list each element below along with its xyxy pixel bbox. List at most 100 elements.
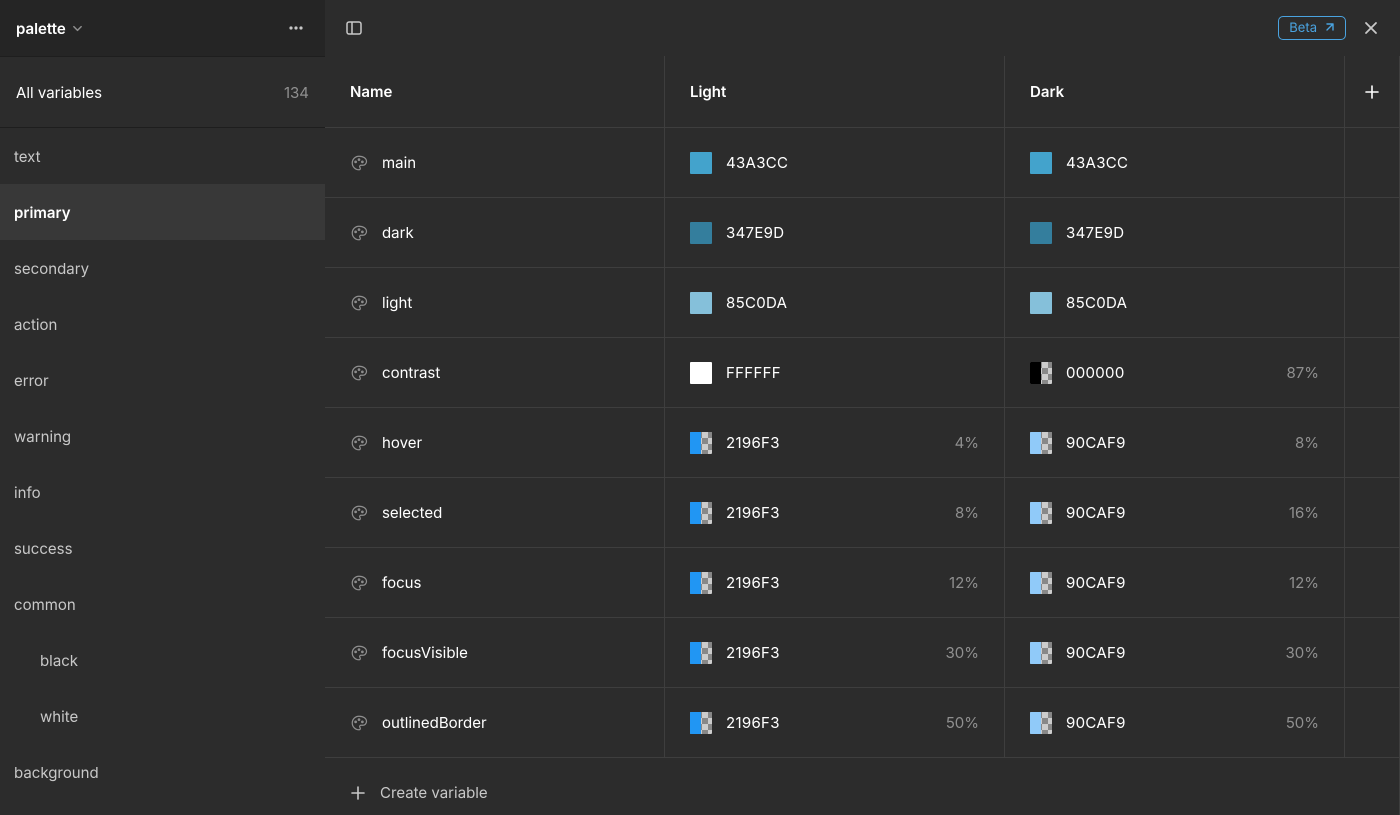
palette-icon <box>350 434 368 452</box>
table-header-row: Name Light Dark <box>325 56 1400 128</box>
variable-value-cell[interactable]: 2196F350% <box>666 689 1003 756</box>
create-variable-button[interactable]: Create variable <box>326 759 1398 815</box>
color-alpha: 12% <box>1289 573 1319 592</box>
add-mode-button[interactable] <box>1345 56 1400 128</box>
palette-icon <box>350 504 368 522</box>
variable-row[interactable]: contrast FFFFFF 000000 87% <box>325 338 1400 408</box>
variable-value-cell[interactable]: 85C0DA <box>666 269 1003 336</box>
sidebar-group-item[interactable]: success <box>0 520 325 576</box>
sidebar-group-label: info <box>14 483 41 502</box>
variable-name: contrast <box>382 363 440 382</box>
more-horizontal-icon <box>287 19 305 37</box>
column-header-mode-0[interactable]: Light <box>665 56 1005 128</box>
sidebar-group-label: action <box>14 315 57 334</box>
variable-value-cell[interactable]: 85C0DA <box>1006 269 1343 336</box>
variable-row[interactable]: dark347E9D347E9D <box>325 198 1400 268</box>
color-hex: FFFFFF <box>726 363 781 382</box>
variable-value-cell[interactable]: 43A3CC <box>1006 129 1343 196</box>
palette-icon <box>350 224 368 242</box>
sidebar-header: palette <box>0 0 325 56</box>
sidebar-group-item[interactable]: action <box>0 296 325 352</box>
variable-value-cell[interactable]: 2196F38% <box>666 479 1003 546</box>
color-hex: 90CAF9 <box>1066 643 1126 662</box>
sidebar-group-item[interactable]: black <box>0 632 325 688</box>
sidebar-group-item[interactable]: secondary <box>0 240 325 296</box>
color-hex: 90CAF9 <box>1066 573 1126 592</box>
variable-value-cell[interactable]: 90CAF930% <box>1006 619 1343 686</box>
row-end-spacer <box>1345 688 1400 758</box>
color-hex: 85C0DA <box>726 293 787 312</box>
variable-value-cell[interactable]: 90CAF9 12% <box>1006 549 1343 616</box>
variable-value-cell[interactable]: 347E9D <box>1006 199 1343 266</box>
color-swatch <box>1030 642 1052 664</box>
variable-value-cell[interactable]: 90CAF916% <box>1006 479 1343 546</box>
color-swatch <box>1030 362 1052 384</box>
variable-row[interactable]: focusVisible2196F330%90CAF930% <box>325 618 1400 688</box>
variable-value-cell[interactable]: 2196F330% <box>666 619 1003 686</box>
column-header-name[interactable]: Name <box>325 56 665 128</box>
color-swatch <box>690 152 712 174</box>
color-alpha: 87% <box>1287 363 1320 382</box>
variable-name: hover <box>382 433 422 452</box>
row-end-spacer <box>1345 408 1400 478</box>
color-swatch <box>690 642 712 664</box>
color-alpha: 4% <box>955 433 979 452</box>
variable-value-cell[interactable]: 2196F312% <box>666 549 1003 616</box>
color-hex: 000000 <box>1066 363 1125 382</box>
color-hex: 90CAF9 <box>1066 713 1126 732</box>
variable-row[interactable]: outlinedBorder 2196F350%90CAF950% <box>325 688 1400 758</box>
sidebar-group-item[interactable]: common <box>0 576 325 632</box>
color-hex: 2196F3 <box>726 433 780 452</box>
sidebar-group-item[interactable]: warning <box>0 408 325 464</box>
sidebar-group-item[interactable]: primary <box>0 184 325 240</box>
sidebar-group-label: success <box>14 539 73 558</box>
variable-value-cell[interactable]: 347E9D <box>666 199 1003 266</box>
toggle-sidebar-button[interactable] <box>339 13 369 43</box>
color-swatch <box>690 222 712 244</box>
variable-row[interactable]: light85C0DA85C0DA <box>325 268 1400 338</box>
color-hex: 90CAF9 <box>1066 503 1126 522</box>
sidebar-group-label: background <box>14 763 99 782</box>
variable-name: main <box>382 153 416 172</box>
more-options-button[interactable] <box>281 13 311 43</box>
color-swatch <box>1030 712 1052 734</box>
variable-value-cell[interactable]: 90CAF950% <box>1006 689 1343 756</box>
variable-value-cell[interactable]: 2196F3 4% <box>666 409 1003 476</box>
sidebar-group-label: secondary <box>14 259 89 278</box>
column-header-mode-1-label: Dark <box>1030 82 1064 101</box>
variable-value-cell[interactable]: 43A3CC <box>666 129 1003 196</box>
sidebar-group-item[interactable]: info <box>0 464 325 520</box>
column-header-mode-1[interactable]: Dark <box>1005 56 1345 128</box>
variable-row[interactable]: selected 2196F38%90CAF916% <box>325 478 1400 548</box>
sidebar-group-item[interactable]: background <box>0 744 325 800</box>
column-header-name-label: Name <box>350 82 392 101</box>
color-swatch <box>690 572 712 594</box>
beta-label: Beta <box>1289 20 1317 36</box>
variable-value-cell[interactable]: FFFFFF <box>666 339 1003 406</box>
sidebar-group-label: primary <box>14 203 71 222</box>
variable-name: outlinedBorder <box>382 713 487 732</box>
color-alpha: 30% <box>946 643 979 662</box>
variable-value-cell[interactable]: 000000 87% <box>1006 339 1343 406</box>
variables-table: Name Light Dark <box>325 56 1400 815</box>
close-button[interactable] <box>1356 13 1386 43</box>
variable-row[interactable]: hover 2196F3 4% 90CAF98% <box>325 408 1400 478</box>
external-link-icon <box>1323 22 1335 34</box>
all-variables-label: All variables <box>16 83 102 102</box>
beta-badge[interactable]: Beta <box>1278 16 1346 40</box>
color-swatch <box>1030 152 1052 174</box>
all-variables-summary[interactable]: All variables 134 <box>0 56 325 128</box>
sidebar-group-item[interactable]: text <box>0 128 325 184</box>
variable-value-cell[interactable]: 90CAF98% <box>1006 409 1343 476</box>
sidebar-group-item[interactable]: error <box>0 352 325 408</box>
variable-row[interactable]: main 43A3CC43A3CC <box>325 128 1400 198</box>
color-hex: 85C0DA <box>1066 293 1127 312</box>
row-end-spacer <box>1345 618 1400 688</box>
color-alpha: 8% <box>955 503 979 522</box>
variable-name: selected <box>382 503 442 522</box>
collection-selector[interactable]: palette <box>16 19 83 38</box>
palette-icon <box>350 714 368 732</box>
color-hex: 347E9D <box>726 223 784 242</box>
sidebar-group-item[interactable]: white <box>0 688 325 744</box>
variable-row[interactable]: focus2196F312%90CAF912% <box>325 548 1400 618</box>
